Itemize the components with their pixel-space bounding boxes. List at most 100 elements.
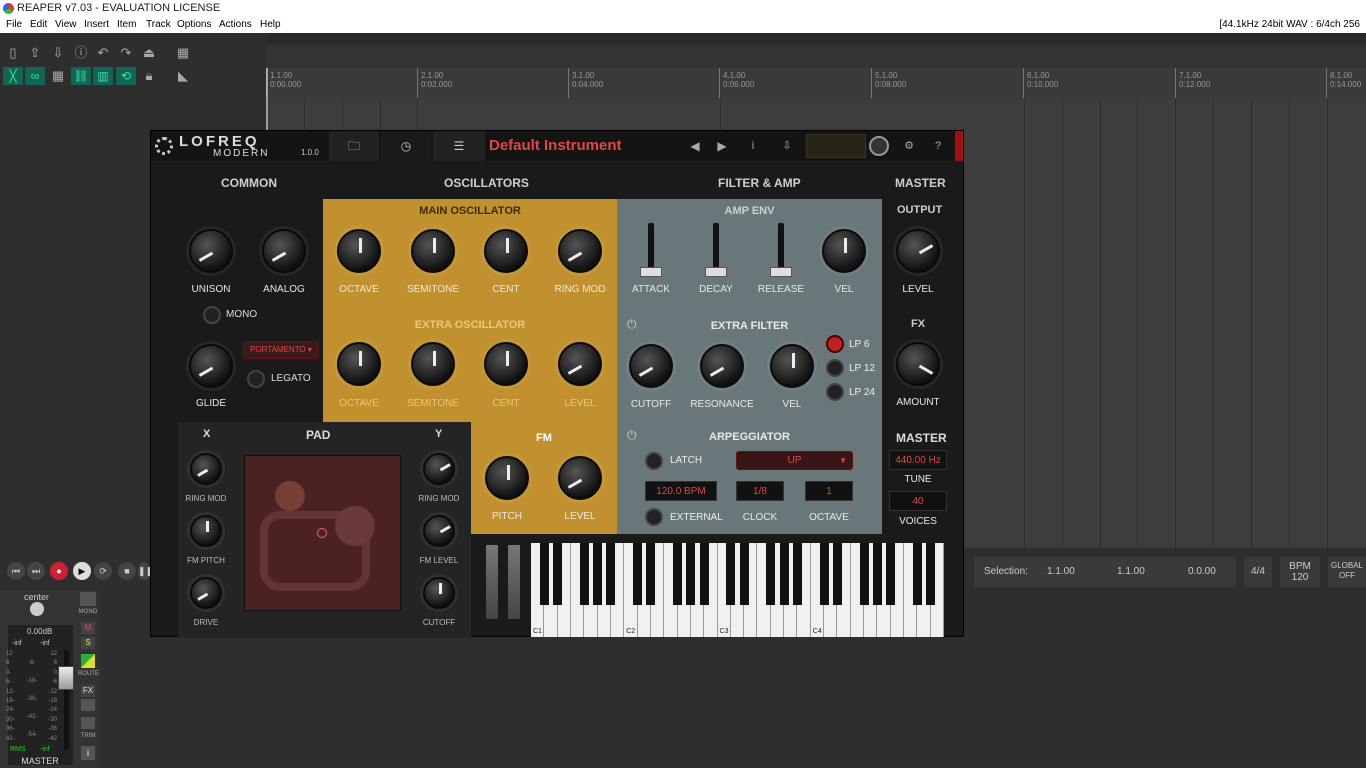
pitch-wheel[interactable] xyxy=(486,545,498,619)
mono-toggle[interactable] xyxy=(203,306,221,324)
menu-item[interactable]: Item xyxy=(117,17,136,33)
info-icon[interactable]: i xyxy=(81,746,95,760)
pad-cursor[interactable] xyxy=(317,528,327,538)
unison-knob[interactable] xyxy=(189,229,233,273)
black-key[interactable] xyxy=(539,543,549,605)
menu-help[interactable]: Help xyxy=(260,17,281,33)
fm-pitch-knob[interactable] xyxy=(485,456,529,500)
pad-x-drive-knob[interactable] xyxy=(190,577,222,609)
lp24-radio[interactable] xyxy=(826,383,844,401)
save-project-icon[interactable]: ⇩ xyxy=(49,44,67,62)
folder-icon[interactable]: 🗀︎ xyxy=(329,131,379,161)
settings-sliders-icon[interactable]: ☰ xyxy=(433,131,485,161)
preset-name[interactable]: Default Instrument xyxy=(489,131,674,161)
black-key[interactable] xyxy=(726,543,736,605)
amp-vel-knob[interactable] xyxy=(822,229,866,273)
save-preset-icon[interactable]: ⇩ xyxy=(773,131,801,161)
loop-icon[interactable]: ⟲ xyxy=(116,67,136,85)
menu-track[interactable]: Track xyxy=(146,17,171,33)
mono-icon[interactable] xyxy=(80,592,96,606)
black-key[interactable] xyxy=(606,543,616,605)
menu-view[interactable]: View xyxy=(55,17,77,33)
bpm-display[interactable]: BPM 120 xyxy=(1280,557,1320,587)
cut-tool-icon[interactable]: ◣ xyxy=(174,67,192,85)
undo-icon[interactable]: ↶ xyxy=(94,44,112,62)
preset-info-icon[interactable]: i xyxy=(743,131,763,161)
redo-icon[interactable]: ↷ xyxy=(117,44,135,62)
pad-y-ring-mod-knob[interactable] xyxy=(423,453,455,485)
black-key[interactable] xyxy=(686,543,696,605)
timeline-ruler[interactable]: 1.1.00 0:00.000 2.1.00 0:02.000 3.1.00 0:04… xyxy=(266,68,1366,98)
output-level-knob[interactable] xyxy=(896,229,940,273)
next-preset-icon[interactable]: ▶ xyxy=(711,131,733,161)
black-key[interactable] xyxy=(579,543,589,605)
repeat-icon[interactable]: ⟳ xyxy=(94,562,112,580)
go-start-icon[interactable]: ⏮ xyxy=(7,562,25,580)
portamento-dropdown[interactable]: PORTAMENTO ▾ xyxy=(243,341,319,359)
fm-level-knob[interactable] xyxy=(558,456,602,500)
menu-actions[interactable]: Actions xyxy=(219,17,252,33)
filter-vel-knob[interactable] xyxy=(770,344,814,388)
lp6-radio[interactable] xyxy=(826,335,844,353)
selection-start[interactable]: 1.1.00 xyxy=(1047,557,1075,587)
global-auto-mode[interactable]: GLOBAL OFF xyxy=(1328,557,1366,587)
octave-knob[interactable] xyxy=(337,229,381,273)
ripple-edit-icon[interactable]: ╳ xyxy=(3,67,23,85)
extra-cent-knob[interactable] xyxy=(484,342,528,386)
stop-button[interactable]: ■ xyxy=(118,562,136,580)
pad-x-ring-mod-knob[interactable] xyxy=(190,453,222,485)
item-grouping-icon[interactable]: ∞ xyxy=(25,67,45,85)
extra-semitone-knob[interactable] xyxy=(411,342,455,386)
black-key[interactable] xyxy=(739,543,749,605)
xy-pad[interactable] xyxy=(244,455,401,611)
play-button[interactable]: ▶ xyxy=(73,562,91,580)
voices-field[interactable]: 40 xyxy=(889,491,947,511)
project-settings-icon[interactable]: ⓘ xyxy=(72,44,90,62)
new-project-icon[interactable]: ▯ xyxy=(4,44,22,62)
volume-fader[interactable] xyxy=(58,666,74,690)
black-key[interactable] xyxy=(779,543,789,605)
clock-icon[interactable]: ◷ xyxy=(381,131,431,161)
pad-y-cutoff-knob[interactable] xyxy=(423,577,455,609)
grid-toggle-icon[interactable]: ▦ xyxy=(174,44,192,62)
open-project-icon[interactable]: ⇪ xyxy=(26,44,44,62)
record-button[interactable]: ● xyxy=(50,562,68,580)
selection-display[interactable]: Selection: 1.1.00 1.1.00 0.0.00 xyxy=(974,557,1236,587)
latch-toggle[interactable] xyxy=(645,452,663,470)
black-key[interactable] xyxy=(646,543,656,605)
black-key[interactable] xyxy=(832,543,842,605)
black-key[interactable] xyxy=(859,543,869,605)
gear-icon[interactable]: ⚙ xyxy=(899,131,919,161)
black-key[interactable] xyxy=(886,543,896,605)
mute-button[interactable]: M xyxy=(81,622,95,634)
glide-knob[interactable] xyxy=(189,344,233,388)
black-key[interactable] xyxy=(593,543,603,605)
go-end-icon[interactable]: ⏭ xyxy=(27,562,45,580)
selection-length[interactable]: 0.0.00 xyxy=(1188,557,1216,587)
black-key[interactable] xyxy=(912,543,922,605)
tune-field[interactable]: 440.00 Hz xyxy=(889,450,947,470)
selection-end[interactable]: 1.1.00 xyxy=(1117,557,1145,587)
ring-mod-knob[interactable] xyxy=(558,229,602,273)
analog-knob[interactable] xyxy=(262,229,306,273)
menu-insert[interactable]: Insert xyxy=(84,17,109,33)
black-key[interactable] xyxy=(699,543,709,605)
pause-button[interactable]: ❚❚ xyxy=(138,562,153,580)
mod-wheel[interactable] xyxy=(508,545,520,619)
master-volume-knob[interactable] xyxy=(869,136,889,156)
trim-icon[interactable] xyxy=(81,717,95,729)
black-key[interactable] xyxy=(766,543,776,605)
external-toggle[interactable] xyxy=(645,508,663,526)
black-key[interactable] xyxy=(673,543,683,605)
arp-octave-field[interactable]: 1 xyxy=(805,481,853,501)
cutoff-knob[interactable] xyxy=(629,344,673,388)
semitone-knob[interactable] xyxy=(411,229,455,273)
grid-lines-icon[interactable]: ▥ xyxy=(93,67,113,85)
fx-amount-knob[interactable] xyxy=(896,342,940,386)
extra-octave-knob[interactable] xyxy=(337,342,381,386)
route-icon[interactable] xyxy=(81,654,95,668)
menu-options[interactable]: Options xyxy=(177,17,211,33)
black-key[interactable] xyxy=(872,543,882,605)
attack-fader[interactable] xyxy=(640,223,662,277)
decay-fader[interactable] xyxy=(705,223,727,277)
